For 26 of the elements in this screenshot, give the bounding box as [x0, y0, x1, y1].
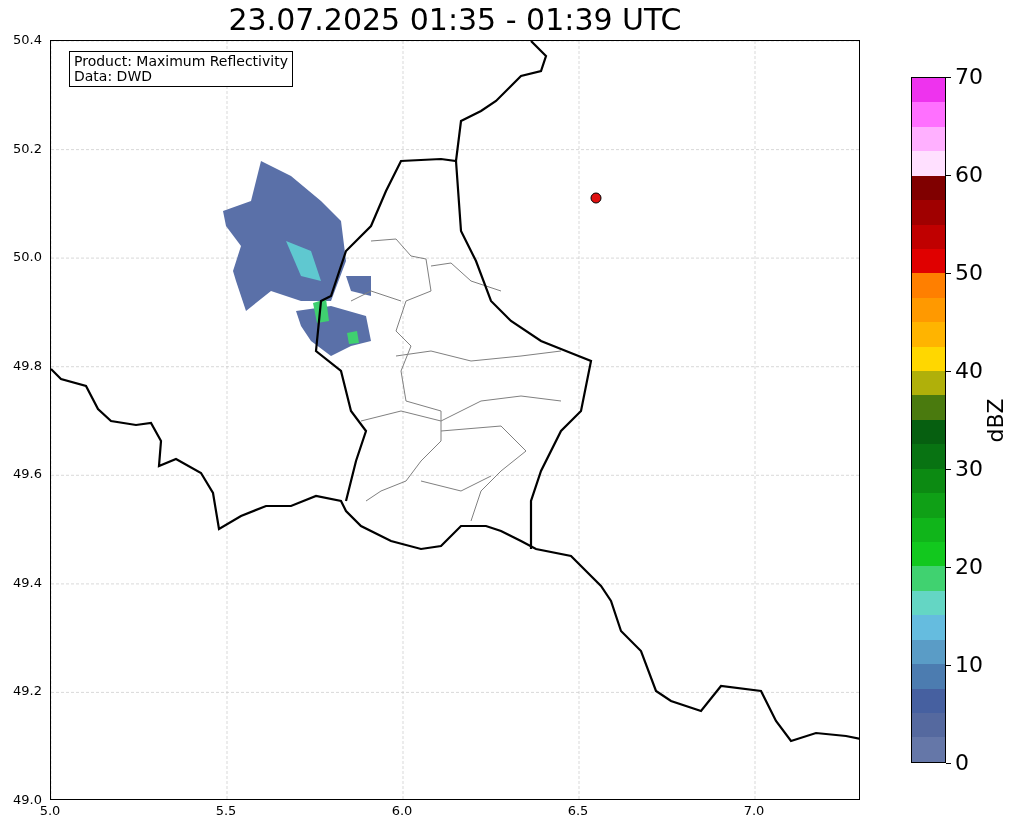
y-tick-label: 49.8: [13, 356, 42, 375]
colorbar-tick-label: 50: [955, 260, 983, 286]
x-tick-label: 5.5: [215, 802, 237, 820]
location-marker: [590, 192, 602, 204]
y-tick-label: 49.2: [13, 682, 42, 701]
y-tick-label: 49.6: [13, 465, 42, 484]
y-tick-label: 49.4: [13, 573, 42, 592]
colorbar-tick-label: 60: [955, 162, 983, 188]
colorbar-tick-label: 70: [955, 64, 983, 90]
x-tick-label: 6.0: [391, 802, 413, 820]
colorbar-tick-label: 40: [955, 358, 983, 384]
colorbar-label: dBZ: [981, 397, 1009, 443]
y-tick-label: 50.2: [13, 139, 42, 158]
colorbar-tick-label: 10: [955, 652, 983, 678]
colorbar-tick-label: 0: [955, 750, 969, 776]
y-tick-label: 49.0: [13, 790, 42, 807]
x-tick-label: 6.5: [567, 802, 589, 820]
chart-title: 23.07.2025 01:35 - 01:39 UTC: [228, 5, 682, 35]
x-tick-label: 5.0: [39, 803, 61, 820]
y-tick-label: 50.4: [13, 31, 42, 49]
colorbar-tick-label: 30: [955, 456, 983, 482]
annotation-text: Data: DWD: [74, 69, 153, 84]
y-tick-label: 50.0: [13, 248, 42, 267]
annotation-text: Product: Maximum Reflectivity: [74, 54, 288, 69]
colorbar-tick-label: 20: [955, 554, 983, 580]
x-tick-label: 7.0: [743, 802, 765, 820]
